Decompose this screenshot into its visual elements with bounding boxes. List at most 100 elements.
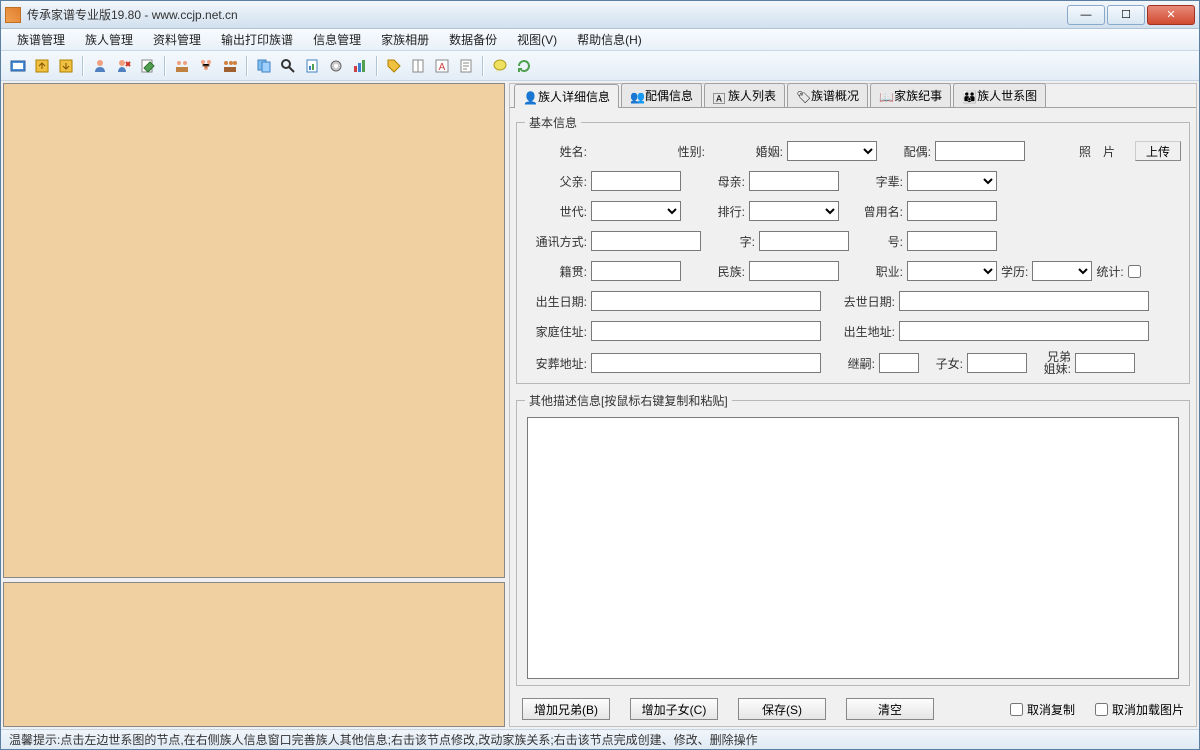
window-controls: — ☐ ✕ [1065, 5, 1195, 25]
tb-letter-icon[interactable]: A [431, 55, 453, 77]
cancel-copy-checkbox[interactable] [1010, 703, 1023, 716]
tb-import-icon[interactable] [55, 55, 77, 77]
tb-settings-icon[interactable] [325, 55, 347, 77]
formername-input[interactable] [907, 201, 997, 221]
tb-report-icon[interactable] [301, 55, 323, 77]
cancel-loadimg-label: 取消加载图片 [1112, 701, 1184, 718]
save-button[interactable]: 保存(S) [738, 698, 826, 720]
tb-search-icon[interactable] [277, 55, 299, 77]
lineage-tree-pane[interactable] [3, 83, 505, 578]
mother-input[interactable] [749, 171, 839, 191]
genname-label: 字辈: [843, 173, 903, 190]
menu-bar: 族谱管理 族人管理 资料管理 输出打印族谱 信息管理 家族相册 数据备份 视图(… [1, 29, 1199, 51]
tab-overview[interactable]: 🏷族谱概况 [787, 83, 868, 107]
event-icon: 📖 [879, 90, 891, 102]
stat-checkbox[interactable] [1128, 265, 1141, 278]
job-label: 职业: [843, 263, 903, 280]
tab-label: 家族纪事 [894, 87, 942, 104]
clear-button[interactable]: 清空 [846, 698, 934, 720]
app-icon [5, 7, 21, 23]
minimize-button[interactable]: — [1067, 5, 1105, 25]
tab-label: 族人列表 [728, 87, 776, 104]
tab-spouse[interactable]: 👥配偶信息 [621, 83, 702, 107]
tb-tag-icon[interactable] [383, 55, 405, 77]
siblings-input[interactable] [1075, 353, 1135, 373]
menu-view[interactable]: 视图(V) [507, 29, 567, 50]
menu-person[interactable]: 族人管理 [75, 29, 143, 50]
father-input[interactable] [591, 171, 681, 191]
app-window: 传承家谱专业版19.80 - www.ccjp.net.cn — ☐ ✕ 族谱管… [0, 0, 1200, 750]
contact-label: 通讯方式: [525, 233, 587, 250]
tb-add-person-icon[interactable] [89, 55, 111, 77]
tab-list[interactable]: 🄰族人列表 [704, 83, 785, 107]
contact-input[interactable] [591, 231, 701, 251]
menu-info[interactable]: 信息管理 [303, 29, 371, 50]
edu-select[interactable] [1032, 261, 1092, 281]
cancel-loadimg-wrap[interactable]: 取消加载图片 [1095, 701, 1184, 718]
genname-select[interactable] [907, 171, 997, 191]
generation-select[interactable] [591, 201, 681, 221]
tb-export-icon[interactable] [31, 55, 53, 77]
left-bottom-pane[interactable] [3, 582, 505, 727]
upload-button[interactable]: 上传 [1135, 141, 1181, 161]
tab-label: 族人世系图 [977, 87, 1037, 104]
tb-copy-icon[interactable] [253, 55, 275, 77]
children-input[interactable] [967, 353, 1027, 373]
siblings-label: 兄弟 姐妹: [1031, 351, 1071, 375]
tb-group-icon[interactable] [171, 55, 193, 77]
cancel-loadimg-checkbox[interactable] [1095, 703, 1108, 716]
add-sibling-button[interactable]: 增加兄弟(B) [522, 698, 610, 720]
other-info-group: 其他描述信息[按鼠标右键复制和粘贴] [516, 392, 1190, 686]
origin-input[interactable] [591, 261, 681, 281]
father-label: 父亲: [525, 173, 587, 190]
tb-open-icon[interactable] [7, 55, 29, 77]
right-panel: 👤族人详细信息 👥配偶信息 🄰族人列表 🏷族谱概况 📖家族纪事 👪族人世系图 基… [509, 83, 1197, 727]
description-textarea[interactable] [527, 417, 1179, 679]
add-child-button[interactable]: 增加子女(C) [630, 698, 718, 720]
death-input[interactable] [899, 291, 1149, 311]
ethnic-input[interactable] [749, 261, 839, 281]
job-select[interactable] [907, 261, 997, 281]
birthaddr-input[interactable] [899, 321, 1149, 341]
menu-backup[interactable]: 数据备份 [439, 29, 507, 50]
tb-chart-icon[interactable] [349, 55, 371, 77]
zi-label: 字: [705, 233, 755, 250]
close-button[interactable]: ✕ [1147, 5, 1195, 25]
marriage-select[interactable] [787, 141, 877, 161]
menu-print[interactable]: 输出打印族谱 [211, 29, 303, 50]
hao-label: 号: [853, 233, 903, 250]
homeaddr-input[interactable] [591, 321, 821, 341]
tb-family-icon[interactable] [195, 55, 217, 77]
tb-group2-icon[interactable] [219, 55, 241, 77]
edu-label: 学历: [1001, 263, 1028, 280]
marriage-label: 婚姻: [743, 143, 783, 160]
tab-events[interactable]: 📖家族纪事 [870, 83, 951, 107]
tb-delete-person-icon[interactable] [113, 55, 135, 77]
menu-genealogy[interactable]: 族谱管理 [7, 29, 75, 50]
overview-icon: 🏷 [796, 90, 808, 102]
cancel-copy-wrap[interactable]: 取消复制 [1010, 701, 1075, 718]
menu-album[interactable]: 家族相册 [371, 29, 439, 50]
tb-refresh-icon[interactable] [513, 55, 535, 77]
hao-input[interactable] [907, 231, 997, 251]
tb-chat-icon[interactable] [489, 55, 511, 77]
ethnic-label: 民族: [685, 263, 745, 280]
birth-input[interactable] [591, 291, 821, 311]
burial-input[interactable] [591, 353, 821, 373]
menu-data[interactable]: 资料管理 [143, 29, 211, 50]
action-buttons: 增加兄弟(B) 增加子女(C) 保存(S) 清空 取消复制 取消加载图片 [510, 692, 1196, 726]
tb-book-icon[interactable] [407, 55, 429, 77]
tab-tree[interactable]: 👪族人世系图 [953, 83, 1046, 107]
menu-help[interactable]: 帮助信息(H) [567, 29, 652, 50]
spouse-label: 配偶: [881, 143, 931, 160]
tb-edit-person-icon[interactable] [137, 55, 159, 77]
heir-input[interactable] [879, 353, 919, 373]
death-label: 去世日期: [825, 293, 895, 310]
rank-select[interactable] [749, 201, 839, 221]
tab-person-detail[interactable]: 👤族人详细信息 [514, 84, 619, 108]
zi-input[interactable] [759, 231, 849, 251]
status-bar: 温馨提示:点击左边世系图的节点,在右侧族人信息窗口完善族人其他信息;右击该节点修… [1, 729, 1199, 749]
tb-doc-icon[interactable] [455, 55, 477, 77]
spouse-input[interactable] [935, 141, 1025, 161]
maximize-button[interactable]: ☐ [1107, 5, 1145, 25]
